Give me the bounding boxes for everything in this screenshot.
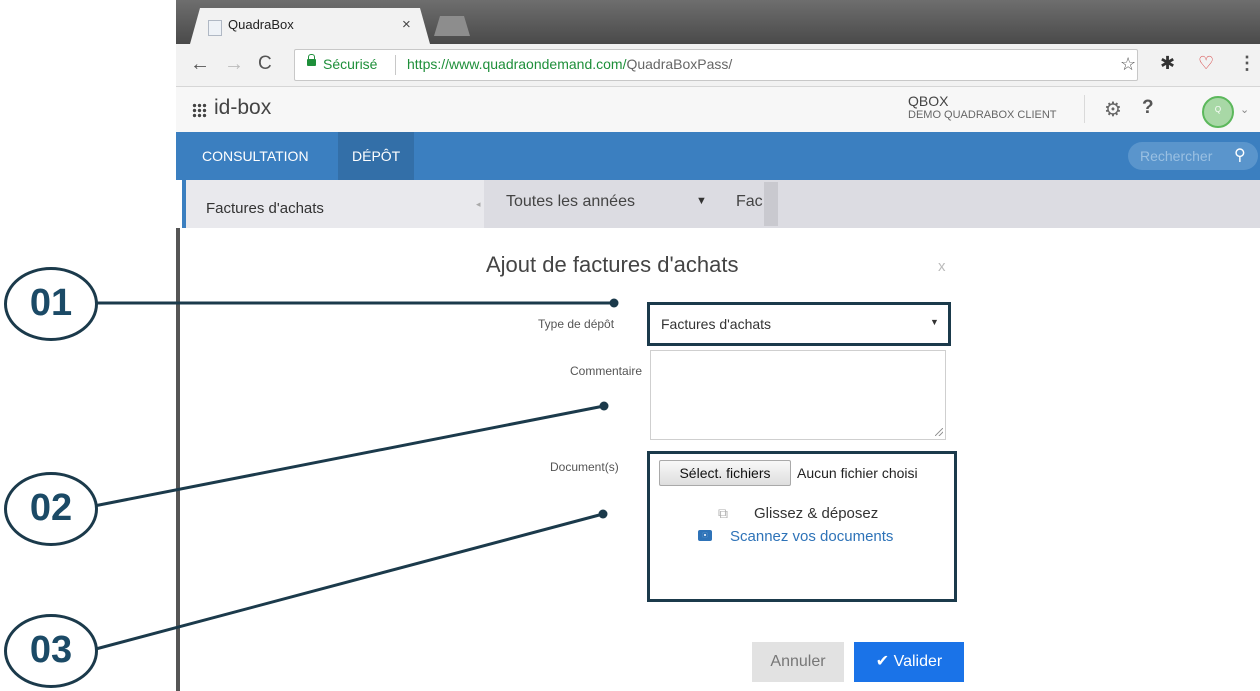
callout-number: 03 xyxy=(29,629,73,671)
callout-dot-03 xyxy=(598,509,608,519)
callout-badge-03: 03 xyxy=(4,614,98,688)
callout-badge-01: 01 xyxy=(4,267,98,341)
callout-badge-02: 02 xyxy=(4,472,98,546)
callout-dot-01 xyxy=(609,298,619,308)
callout-lines xyxy=(88,298,619,652)
callout-line-02 xyxy=(93,404,605,508)
callout-number: 02 xyxy=(29,487,73,529)
callout-number: 01 xyxy=(29,282,73,324)
callout-line-03 xyxy=(91,512,604,652)
callout-dot-02 xyxy=(599,401,609,411)
